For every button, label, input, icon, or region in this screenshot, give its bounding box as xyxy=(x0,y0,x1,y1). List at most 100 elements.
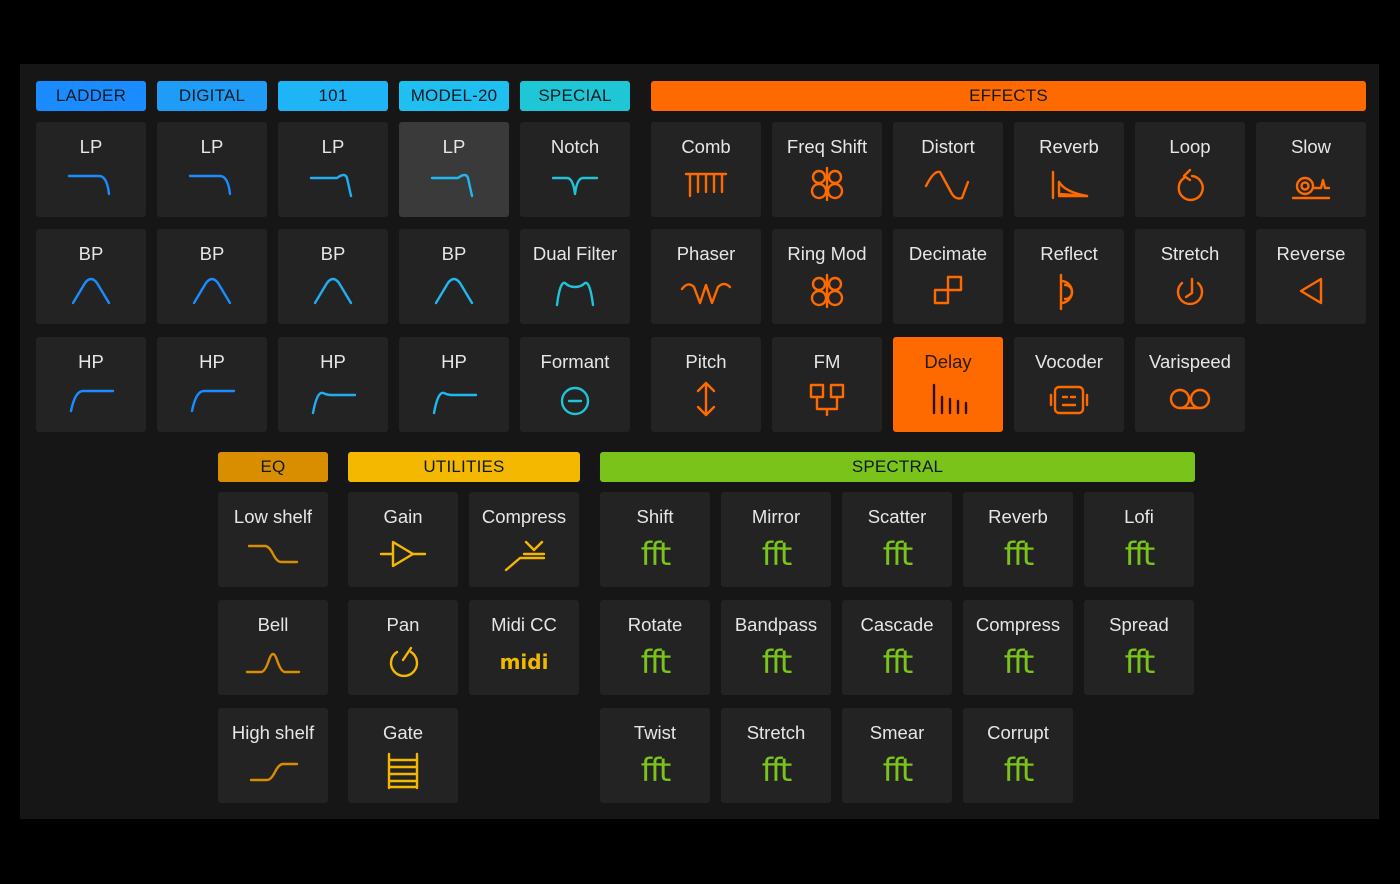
decimate-icon xyxy=(918,271,978,311)
tile-spectral-scatter[interactable]: Scatter fft xyxy=(842,492,952,587)
tile-spectral-shift[interactable]: Shift fft xyxy=(600,492,710,587)
tile-fx-stretch[interactable]: Stretch xyxy=(1135,229,1245,324)
tile-label: Compress xyxy=(975,614,1061,635)
tile-ladder-hp[interactable]: HP xyxy=(36,337,146,432)
header-special[interactable]: SPECIAL xyxy=(520,81,630,111)
tile-label: Freq Shift xyxy=(786,136,868,157)
tile-fx-loop[interactable]: Loop xyxy=(1135,122,1245,217)
fft-glyph: fft xyxy=(761,643,792,681)
tile-util-compress[interactable]: Compress xyxy=(469,492,579,587)
tile-util-gain[interactable]: Gain xyxy=(348,492,458,587)
loop-icon xyxy=(1160,164,1220,204)
lowpass-icon xyxy=(182,164,242,204)
tile-spectral-bandpass[interactable]: Bandpass fft xyxy=(721,600,831,695)
tile-spectral-corrupt[interactable]: Corrupt fft xyxy=(963,708,1073,803)
tile-util-pan[interactable]: Pan xyxy=(348,600,458,695)
fft-glyph: fft xyxy=(882,643,913,681)
tile-spectral-stretch[interactable]: Stretch fft xyxy=(721,708,831,803)
tile-label: BP xyxy=(320,243,346,264)
header-c101[interactable]: 101 xyxy=(278,81,388,111)
fft-icon: fft xyxy=(1109,642,1169,682)
tile-label: Phaser xyxy=(676,243,736,264)
fft-glyph: fft xyxy=(761,751,792,789)
fft-glyph: fft xyxy=(761,535,792,573)
tile-c101-lp[interactable]: LP xyxy=(278,122,388,217)
tile-label: Rotate xyxy=(627,614,683,635)
tile-label: LP xyxy=(442,136,466,157)
tile-fx-slow[interactable]: Slow xyxy=(1256,122,1366,217)
tile-digital-lp[interactable]: LP xyxy=(157,122,267,217)
fft-icon: fft xyxy=(625,534,685,574)
tile-spectral-mirror[interactable]: Mirror fft xyxy=(721,492,831,587)
header-effects[interactable]: EFFECTS xyxy=(651,81,1366,111)
tile-model20-hp[interactable]: HP xyxy=(399,337,509,432)
tile-digital-hp[interactable]: HP xyxy=(157,337,267,432)
tile-spectral-twist[interactable]: Twist fft xyxy=(600,708,710,803)
tile-fx-reverb[interactable]: Reverb xyxy=(1014,122,1124,217)
tile-fx-comb[interactable]: Comb xyxy=(651,122,761,217)
tile-spectral-rotate[interactable]: Rotate fft xyxy=(600,600,710,695)
tile-fx-ring-mod[interactable]: Ring Mod xyxy=(772,229,882,324)
tile-fx-fm[interactable]: FM xyxy=(772,337,882,432)
tile-spectral-lofi[interactable]: Lofi fft xyxy=(1084,492,1194,587)
header-model20[interactable]: MODEL-20 xyxy=(399,81,509,111)
highpass-resonant-icon xyxy=(303,379,363,419)
tile-special-dual-filter[interactable]: Dual Filter xyxy=(520,229,630,324)
tile-util-gate[interactable]: Gate xyxy=(348,708,458,803)
midi-glyph: midi xyxy=(499,650,549,674)
tile-label: Scatter xyxy=(867,506,927,527)
header-digital[interactable]: DIGITAL xyxy=(157,81,267,111)
freq-shift-icon xyxy=(797,164,857,204)
tile-eq-low-shelf[interactable]: Low shelf xyxy=(218,492,328,587)
tile-special-formant[interactable]: Formant xyxy=(520,337,630,432)
tile-label: Comb xyxy=(681,136,731,157)
tile-fx-distort[interactable]: Distort xyxy=(893,122,1003,217)
tile-model20-lp[interactable]: LP xyxy=(399,122,509,217)
tile-spectral-smear[interactable]: Smear fft xyxy=(842,708,952,803)
tile-fx-pitch[interactable]: Pitch xyxy=(651,337,761,432)
tile-label: BP xyxy=(78,243,104,264)
tile-label: Lofi xyxy=(1124,506,1154,527)
fft-icon: fft xyxy=(746,534,806,574)
tile-label: Mirror xyxy=(751,506,801,527)
tile-label: Smear xyxy=(869,722,925,743)
tile-fx-freq-shift[interactable]: Freq Shift xyxy=(772,122,882,217)
tile-special-notch[interactable]: Notch xyxy=(520,122,630,217)
tile-label: Stretch xyxy=(1160,243,1220,264)
fm-icon xyxy=(797,379,857,419)
tile-label: Compress xyxy=(481,506,567,527)
tile-digital-bp[interactable]: BP xyxy=(157,229,267,324)
gate-icon xyxy=(373,750,433,790)
lowpass-icon xyxy=(61,164,121,204)
tile-label: Twist xyxy=(633,722,677,743)
tile-spectral-cascade[interactable]: Cascade fft xyxy=(842,600,952,695)
tile-model20-bp[interactable]: BP xyxy=(399,229,509,324)
tile-fx-vocoder[interactable]: Vocoder xyxy=(1014,337,1124,432)
fft-icon: fft xyxy=(867,642,927,682)
tile-util-midi-cc[interactable]: Midi CC midi xyxy=(469,600,579,695)
tile-eq-high-shelf[interactable]: High shelf xyxy=(218,708,328,803)
tile-c101-bp[interactable]: BP xyxy=(278,229,388,324)
tile-fx-reflect[interactable]: Reflect xyxy=(1014,229,1124,324)
tile-eq-bell[interactable]: Bell xyxy=(218,600,328,695)
header-utilities[interactable]: UTILITIES xyxy=(348,452,580,482)
header-ladder[interactable]: LADDER xyxy=(36,81,146,111)
tile-label: Pitch xyxy=(685,351,727,372)
fft-icon: fft xyxy=(625,750,685,790)
tile-ladder-bp[interactable]: BP xyxy=(36,229,146,324)
tile-c101-hp[interactable]: HP xyxy=(278,337,388,432)
header-eq[interactable]: EQ xyxy=(218,452,328,482)
tile-ladder-lp[interactable]: LP xyxy=(36,122,146,217)
snail-icon xyxy=(1281,164,1341,204)
tile-fx-phaser[interactable]: Phaser xyxy=(651,229,761,324)
tile-fx-reverse[interactable]: Reverse xyxy=(1256,229,1366,324)
bandpass-icon xyxy=(182,271,242,311)
tile-spectral-reverb[interactable]: Reverb fft xyxy=(963,492,1073,587)
tile-spectral-spread[interactable]: Spread fft xyxy=(1084,600,1194,695)
tile-fx-decimate[interactable]: Decimate xyxy=(893,229,1003,324)
header-spectral[interactable]: SPECTRAL xyxy=(600,452,1195,482)
tile-spectral-compress[interactable]: Compress fft xyxy=(963,600,1073,695)
tile-fx-varispeed[interactable]: Varispeed xyxy=(1135,337,1245,432)
tile-fx-delay[interactable]: Delay xyxy=(893,337,1003,432)
fft-icon: fft xyxy=(1109,534,1169,574)
